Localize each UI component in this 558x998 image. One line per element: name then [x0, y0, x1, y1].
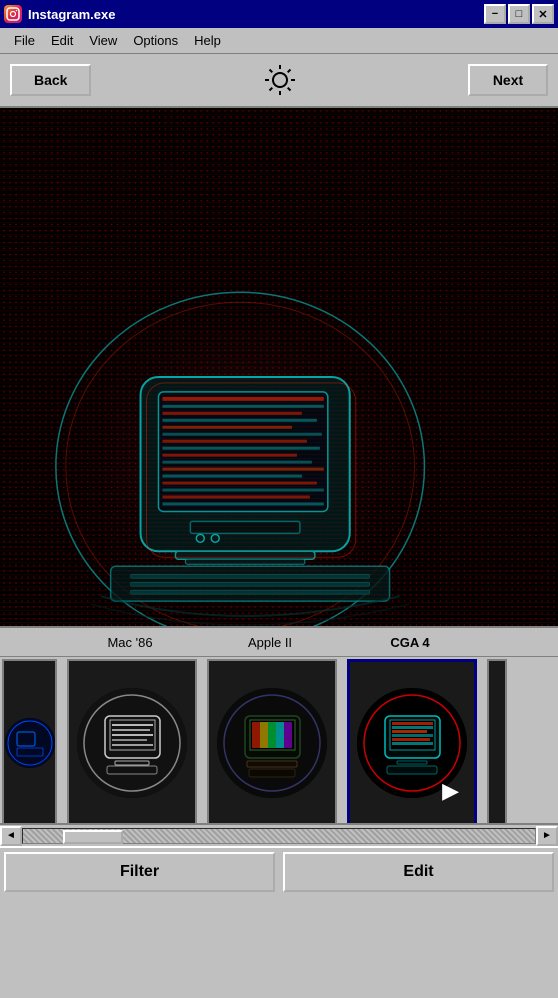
title-bar: Instagram.exe − □ ✕: [0, 0, 558, 28]
filter-button[interactable]: Filter: [4, 852, 275, 892]
menu-help[interactable]: Help: [186, 31, 229, 50]
main-image-area: [0, 108, 558, 628]
toolbar: Back Next: [0, 54, 558, 108]
scrollbar: ◄ ►: [0, 824, 558, 846]
title-bar-left: Instagram.exe: [4, 5, 115, 23]
filmstrip-labels: Mac '86 Apple II CGA 4: [0, 628, 558, 656]
brightness-icon[interactable]: [263, 63, 297, 97]
back-button[interactable]: Back: [10, 64, 91, 96]
bottom-bar: Filter Edit: [0, 846, 558, 896]
menu-file[interactable]: File: [6, 31, 43, 50]
scroll-thumb[interactable]: [63, 830, 123, 844]
filmstrip-label-apple2: Apple II: [200, 628, 340, 656]
filmstrip-label-mac86: Mac '86: [60, 628, 200, 656]
menu-options[interactable]: Options: [125, 31, 186, 50]
filmstrip-item-mac86[interactable]: [67, 659, 197, 824]
menu-view[interactable]: View: [81, 31, 125, 50]
menu-bar: File Edit View Options Help: [0, 28, 558, 54]
menu-edit[interactable]: Edit: [43, 31, 81, 50]
next-button[interactable]: Next: [468, 64, 548, 96]
scroll-track[interactable]: [22, 828, 536, 844]
window-title: Instagram.exe: [28, 7, 115, 22]
filmstrip-item-apple2[interactable]: [207, 659, 337, 824]
filmstrip-item-cga4[interactable]: ▶: [347, 659, 477, 824]
scroll-left-button[interactable]: ◄: [0, 826, 22, 846]
maximize-button[interactable]: □: [508, 4, 530, 24]
close-button[interactable]: ✕: [532, 4, 554, 24]
title-bar-buttons: − □ ✕: [484, 4, 554, 24]
instagram-icon: [4, 5, 22, 23]
filmstrip-item-next[interactable]: [487, 659, 507, 824]
filmstrip-label-cga4: CGA 4: [340, 628, 480, 656]
scroll-right-button[interactable]: ►: [536, 826, 558, 846]
edit-button[interactable]: Edit: [283, 852, 554, 892]
filmstrip-item-first[interactable]: [2, 659, 57, 824]
filmstrip-scroll: ▶: [0, 656, 558, 824]
minimize-button[interactable]: −: [484, 4, 506, 24]
